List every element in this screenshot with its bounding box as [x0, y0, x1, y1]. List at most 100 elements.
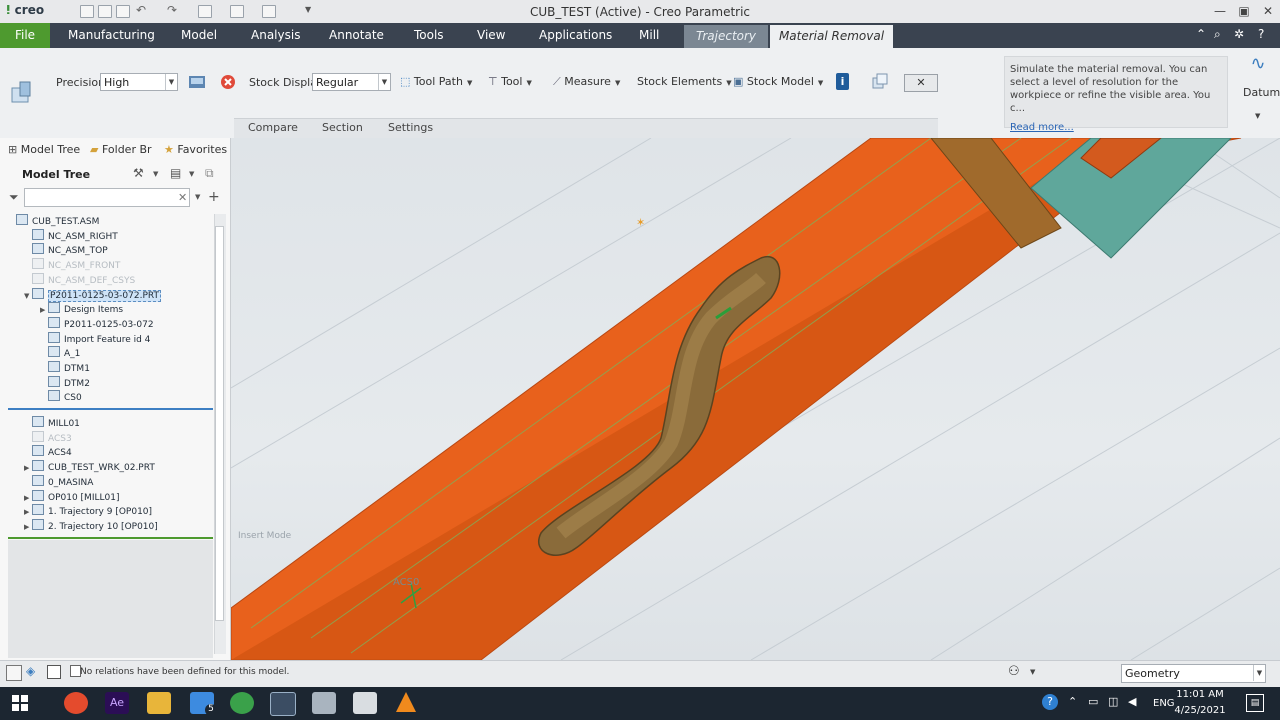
- tab-folder-browser[interactable]: ▰ Folder Br: [90, 143, 152, 156]
- tree-scroll-thumb[interactable]: [215, 226, 224, 621]
- minimize-button[interactable]: —: [1208, 2, 1232, 20]
- tab-manufacturing[interactable]: Manufacturing: [68, 23, 155, 48]
- tab-applications[interactable]: Applications: [539, 23, 612, 48]
- clock-date[interactable]: 4/25/2021: [1170, 705, 1230, 716]
- tab-model[interactable]: Model: [181, 23, 217, 48]
- clock-time[interactable]: 11:01 AM: [1170, 689, 1230, 700]
- tree-item[interactable]: DTM2: [40, 375, 90, 390]
- subtab-settings[interactable]: Settings: [388, 121, 433, 134]
- tool-button[interactable]: ⊤ Tool ▼: [488, 75, 532, 88]
- tab-view[interactable]: View: [477, 23, 505, 48]
- tree-item[interactable]: CUB_TEST.ASM: [8, 214, 99, 228]
- tree-columns-icon[interactable]: ▤: [170, 166, 181, 180]
- tree-item[interactable]: ▶ Design Items: [40, 302, 123, 316]
- chevron-up-icon[interactable]: ⌃: [1068, 695, 1077, 708]
- utorrent-icon[interactable]: [230, 692, 254, 714]
- selection-filter-combo[interactable]: Geometry ▼: [1121, 664, 1266, 683]
- tab-trajectory[interactable]: Trajectory: [684, 25, 768, 48]
- tree-item[interactable]: NC_ASM_RIGHT: [24, 228, 118, 243]
- tree-item[interactable]: ACS3: [24, 430, 72, 445]
- close-tab-button[interactable]: ✕: [904, 74, 938, 92]
- chevron-down-icon[interactable]: ▼: [153, 170, 158, 178]
- tree-item[interactable]: Import Feature id 4: [40, 331, 150, 346]
- expand-icon[interactable]: ▶: [40, 306, 48, 314]
- tab-analysis[interactable]: Analysis: [251, 23, 300, 48]
- tab-model-tree[interactable]: ⊞ Model Tree: [8, 143, 80, 156]
- tree-item[interactable]: P2011-0125-03-072: [40, 316, 154, 331]
- search-icon[interactable]: ⌕: [1214, 27, 1221, 42]
- window-arrange-icon[interactable]: [871, 73, 889, 90]
- tree-item[interactable]: ▶ CUB_TEST_WRK_02.PRT: [24, 460, 155, 474]
- tree-item[interactable]: ▶ 2. Trajectory 10 [OP010]: [24, 518, 158, 533]
- fullscreen-icon[interactable]: [47, 665, 61, 679]
- stock-model-button[interactable]: ▣ Stock Model ▼: [733, 75, 823, 88]
- tab-annotate[interactable]: Annotate: [329, 23, 384, 48]
- expand-icon[interactable]: ▶: [24, 508, 32, 516]
- precision-combo[interactable]: High ▼: [100, 73, 178, 91]
- chevron-down-icon[interactable]: ▼: [1030, 668, 1035, 676]
- maximize-button[interactable]: ▣: [1232, 2, 1256, 20]
- tree-item[interactable]: 0_MASINA: [24, 474, 93, 489]
- tree-item[interactable]: ACS4: [24, 445, 72, 459]
- tab-mill[interactable]: Mill: [639, 23, 659, 48]
- file-explorer-icon[interactable]: [147, 692, 171, 714]
- datum-dropdown-icon[interactable]: ▼: [1255, 112, 1260, 120]
- filter-icon[interactable]: ⏷: [9, 190, 19, 205]
- tree-item[interactable]: MILL01: [24, 416, 80, 430]
- info-icon[interactable]: i: [836, 73, 849, 90]
- chevron-down-icon[interactable]: ▼: [189, 170, 194, 178]
- tree-item[interactable]: ▶ 1. Trajectory 9 [OP010]: [24, 504, 152, 518]
- expand-icon[interactable]: ▶: [24, 494, 32, 502]
- datum-icon[interactable]: ∿: [1240, 53, 1276, 77]
- subtab-section[interactable]: Section: [322, 121, 363, 134]
- tab-material-removal[interactable]: Material Removal: [770, 25, 893, 48]
- stop-icon[interactable]: [220, 74, 236, 90]
- display-stock-icon[interactable]: [188, 74, 206, 90]
- material-removal-icon[interactable]: [8, 80, 38, 108]
- tree-item[interactable]: DTM1: [40, 361, 90, 375]
- notifications-icon[interactable]: ▤: [1246, 694, 1264, 712]
- settings-icon[interactable]: ✲: [1234, 27, 1244, 41]
- measure-button[interactable]: ⟋ Measure ▼: [553, 75, 620, 89]
- tab-favorites[interactable]: ★ Favorites: [164, 143, 227, 156]
- tab-tools[interactable]: Tools: [414, 23, 444, 48]
- network-icon[interactable]: ◫: [1108, 695, 1118, 708]
- stock-elements-button[interactable]: Stock Elements ▼: [637, 75, 732, 88]
- graphics-viewport[interactable]: ✶: [231, 138, 1280, 660]
- battery-icon[interactable]: ▭: [1088, 695, 1098, 708]
- collapse-ribbon-icon[interactable]: ⌃: [1196, 27, 1206, 41]
- creo-taskbar-icon[interactable]: [270, 692, 296, 716]
- stock-display-combo[interactable]: Regular ▼: [312, 73, 391, 91]
- read-more-link[interactable]: Read more...: [1010, 121, 1222, 134]
- tree-item[interactable]: NC_ASM_DEF_CSYS: [24, 272, 135, 287]
- help-tray-icon[interactable]: ?: [1042, 694, 1058, 710]
- tree-item[interactable]: NC_ASM_FRONT: [24, 258, 120, 272]
- tree-item[interactable]: A_1: [40, 346, 80, 360]
- volume-icon[interactable]: ◀: [1128, 695, 1136, 708]
- vlc-icon[interactable]: [396, 692, 416, 712]
- tree-item[interactable]: NC_ASM_TOP: [24, 243, 108, 257]
- after-effects-icon[interactable]: Ae: [105, 692, 129, 714]
- chrome-icon[interactable]: [64, 692, 88, 714]
- binoculars-icon[interactable]: ⚇: [1008, 664, 1020, 679]
- app2-icon[interactable]: [312, 692, 336, 714]
- tree-item[interactable]: CS0: [40, 390, 82, 404]
- clear-search-icon[interactable]: ✕: [178, 191, 187, 204]
- expand-icon[interactable]: ▶: [24, 464, 32, 472]
- help-icon[interactable]: ?: [1258, 27, 1264, 41]
- close-button[interactable]: ✕: [1256, 2, 1280, 20]
- add-icon[interactable]: +: [208, 189, 220, 205]
- expand-icon[interactable]: ▼: [24, 292, 32, 300]
- tree-item[interactable]: ▶ OP010 [MILL01]: [24, 489, 119, 504]
- navigator-toggle-icon[interactable]: [6, 665, 22, 681]
- datum-label[interactable]: Datum: [1243, 86, 1280, 99]
- file-menu[interactable]: File: [0, 23, 50, 48]
- expand-icon[interactable]: ▶: [24, 523, 32, 531]
- chevron-down-icon[interactable]: ▼: [195, 193, 200, 201]
- tree-search-input[interactable]: [24, 188, 190, 207]
- show-icon[interactable]: ⧉: [205, 166, 214, 181]
- browser-toggle-icon[interactable]: ◈: [26, 664, 35, 678]
- tool-path-button[interactable]: ⬚ Tool Path ▼: [400, 75, 472, 88]
- app3-icon[interactable]: [353, 692, 377, 714]
- subtab-compare[interactable]: Compare: [248, 121, 298, 134]
